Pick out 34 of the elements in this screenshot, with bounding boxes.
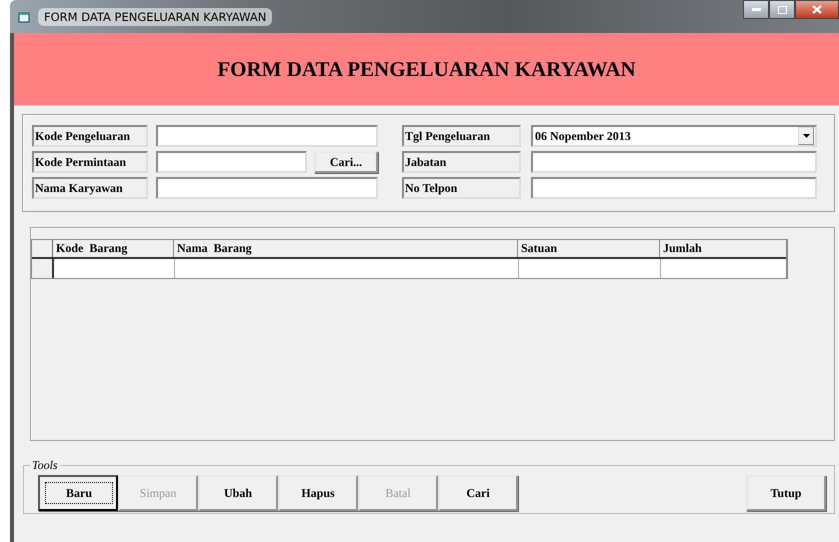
data-grid[interactable]: Kode Barang Nama Barang Satuan Jumlah [31, 239, 788, 279]
dropdown-arrow-icon [802, 134, 810, 138]
input-field[interactable] [156, 151, 307, 173]
search-button[interactable]: Cari... [314, 151, 378, 173]
column-header[interactable]: Nama Barang [174, 240, 518, 257]
column-header[interactable]: Satuan [518, 240, 660, 257]
window-title: FORM DATA PENGELUARAN KARYAWAN [38, 8, 272, 26]
maximize-icon [778, 6, 786, 14]
column-header[interactable]: Kode Barang [53, 240, 174, 257]
close-icon [812, 5, 822, 14]
maximize-button[interactable] [769, 0, 795, 19]
field-label: No Telpon [402, 177, 521, 199]
column-header[interactable]: Jumlah [660, 240, 785, 257]
field-label: Kode Pengeluaran [32, 125, 148, 147]
field-label: Jabatan [402, 151, 521, 173]
toolbar-button[interactable]: Cari [438, 475, 518, 511]
toolbar-button[interactable]: Hapus [278, 475, 358, 511]
form-title: FORM DATA PENGELUARAN KARYAWAN [217, 56, 636, 82]
toolbar-button[interactable]: Baru [38, 475, 118, 511]
date-dropdown[interactable]: 06 Nopember 2013 [531, 125, 817, 147]
minimize-icon [752, 8, 760, 11]
input-field[interactable] [531, 151, 817, 173]
field-label: Kode Permintaan [32, 151, 148, 173]
toolbar-button[interactable]: Ubah [198, 475, 278, 511]
field-label: Nama Karyawan [32, 177, 148, 199]
field-label: Tgl Pengeluaran [402, 125, 521, 147]
close-button[interactable] [795, 0, 839, 19]
minimize-button[interactable] [743, 0, 769, 19]
window-icon [18, 10, 30, 22]
input-field[interactable] [156, 125, 378, 147]
input-field[interactable] [531, 177, 817, 199]
input-field[interactable] [156, 177, 378, 199]
tools-label: Tools [31, 458, 59, 473]
close-form-button[interactable]: Tutup [746, 475, 826, 511]
